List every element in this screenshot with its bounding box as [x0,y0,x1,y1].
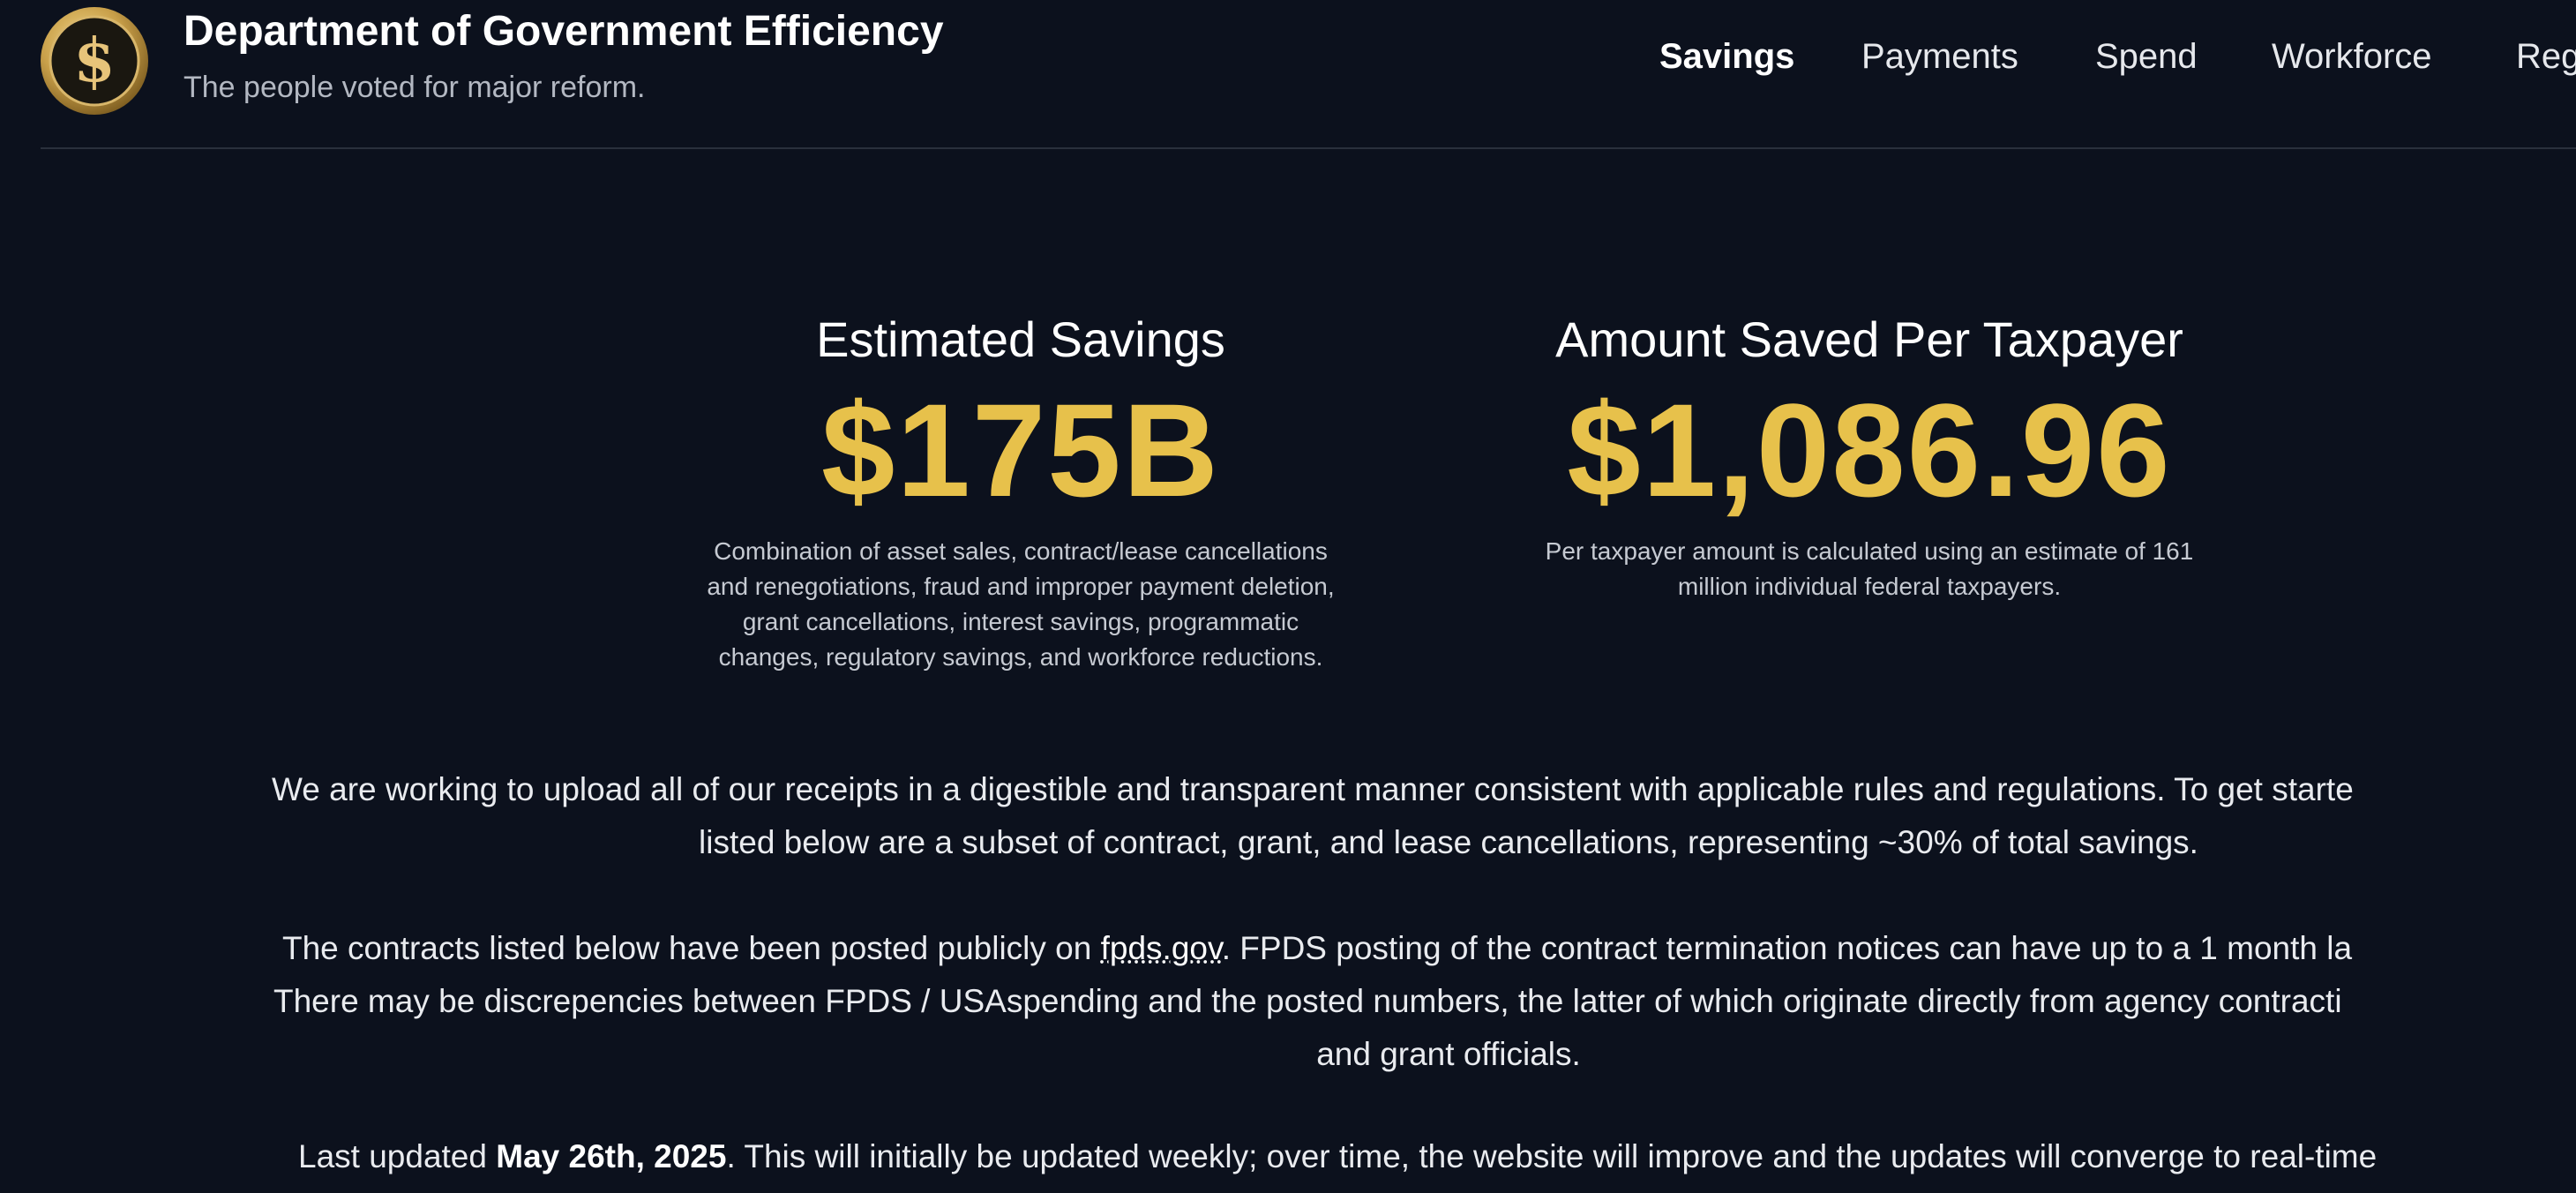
last-updated-date: May 26th, 2025 [496,1138,727,1174]
nav-item-regulations[interactable]: Reg [2516,37,2576,77]
dollar-coin-icon[interactable]: $ [39,5,150,116]
paragraph-text: . FPDS posting of the contract terminati… [1221,930,2353,966]
header-divider [41,147,2576,149]
site-title[interactable]: Department of Government Efficiency [183,7,944,56]
paragraph-text: Last updated [298,1138,497,1174]
estimated-savings-value: $175B [820,376,1221,524]
paragraph-line: We are working to upload all of our rece… [272,771,2354,807]
nav-item-savings[interactable]: Savings [1659,37,1794,77]
paragraph-text: The contracts listed below have been pos… [282,930,1101,966]
estimated-savings-card: Estimated Savings $175B Combination of a… [653,311,1389,675]
description-line: grant cancellations, interest savings, p… [742,608,1299,635]
paragraph-line: There may be discrepencies between FPDS … [273,983,2342,1019]
description-line: Per taxpayer amount is calculated using … [1545,537,2194,565]
estimated-savings-description: Combination of asset sales, contract/lea… [653,534,1389,675]
nav-item-spend[interactable]: Spend [2095,37,2198,77]
paragraph-line: Last updated May 26th, 2025. This will i… [240,1130,2576,1183]
paragraph-line: and grant officials. [1316,1036,1581,1072]
page: $ Department of Government Efficiency Th… [0,0,2576,1193]
paragraph-line: The contracts listed below have been pos… [240,922,2576,975]
description-line: million individual federal taxpayers. [1677,573,2062,600]
svg-text:$: $ [73,26,115,96]
receipts-intro-paragraph: We are working to upload all of our rece… [240,763,2576,869]
paragraph-text: . This will initially be updated weekly;… [726,1138,2378,1174]
per-taxpayer-value: $1,086.96 [1567,376,2172,524]
last-updated-paragraph: Last updated May 26th, 2025. This will i… [240,1130,2576,1183]
per-taxpayer-card: Amount Saved Per Taxpayer $1,086.96 Per … [1487,311,2251,604]
fpds-link[interactable]: fpds.gov [1101,930,1222,966]
nav-item-payments[interactable]: Payments [1861,37,2018,77]
fpds-notice-paragraph: The contracts listed below have been pos… [240,922,2576,1081]
site-subtitle: The people voted for major reform. [183,71,646,104]
description-line: and renegotiations, fraud and improper p… [707,573,1335,600]
per-taxpayer-label: Amount Saved Per Taxpayer [1555,311,2183,367]
paragraph-line: listed below are a subset of contract, g… [699,824,2198,860]
site-header: $ Department of Government Efficiency Th… [0,0,2576,149]
description-line: Combination of asset sales, contract/lea… [714,537,1328,565]
per-taxpayer-description: Per taxpayer amount is calculated using … [1487,534,2251,604]
nav-item-workforce[interactable]: Workforce [2272,37,2432,77]
description-line: changes, regulatory savings, and workfor… [718,643,1323,671]
estimated-savings-label: Estimated Savings [816,311,1225,367]
